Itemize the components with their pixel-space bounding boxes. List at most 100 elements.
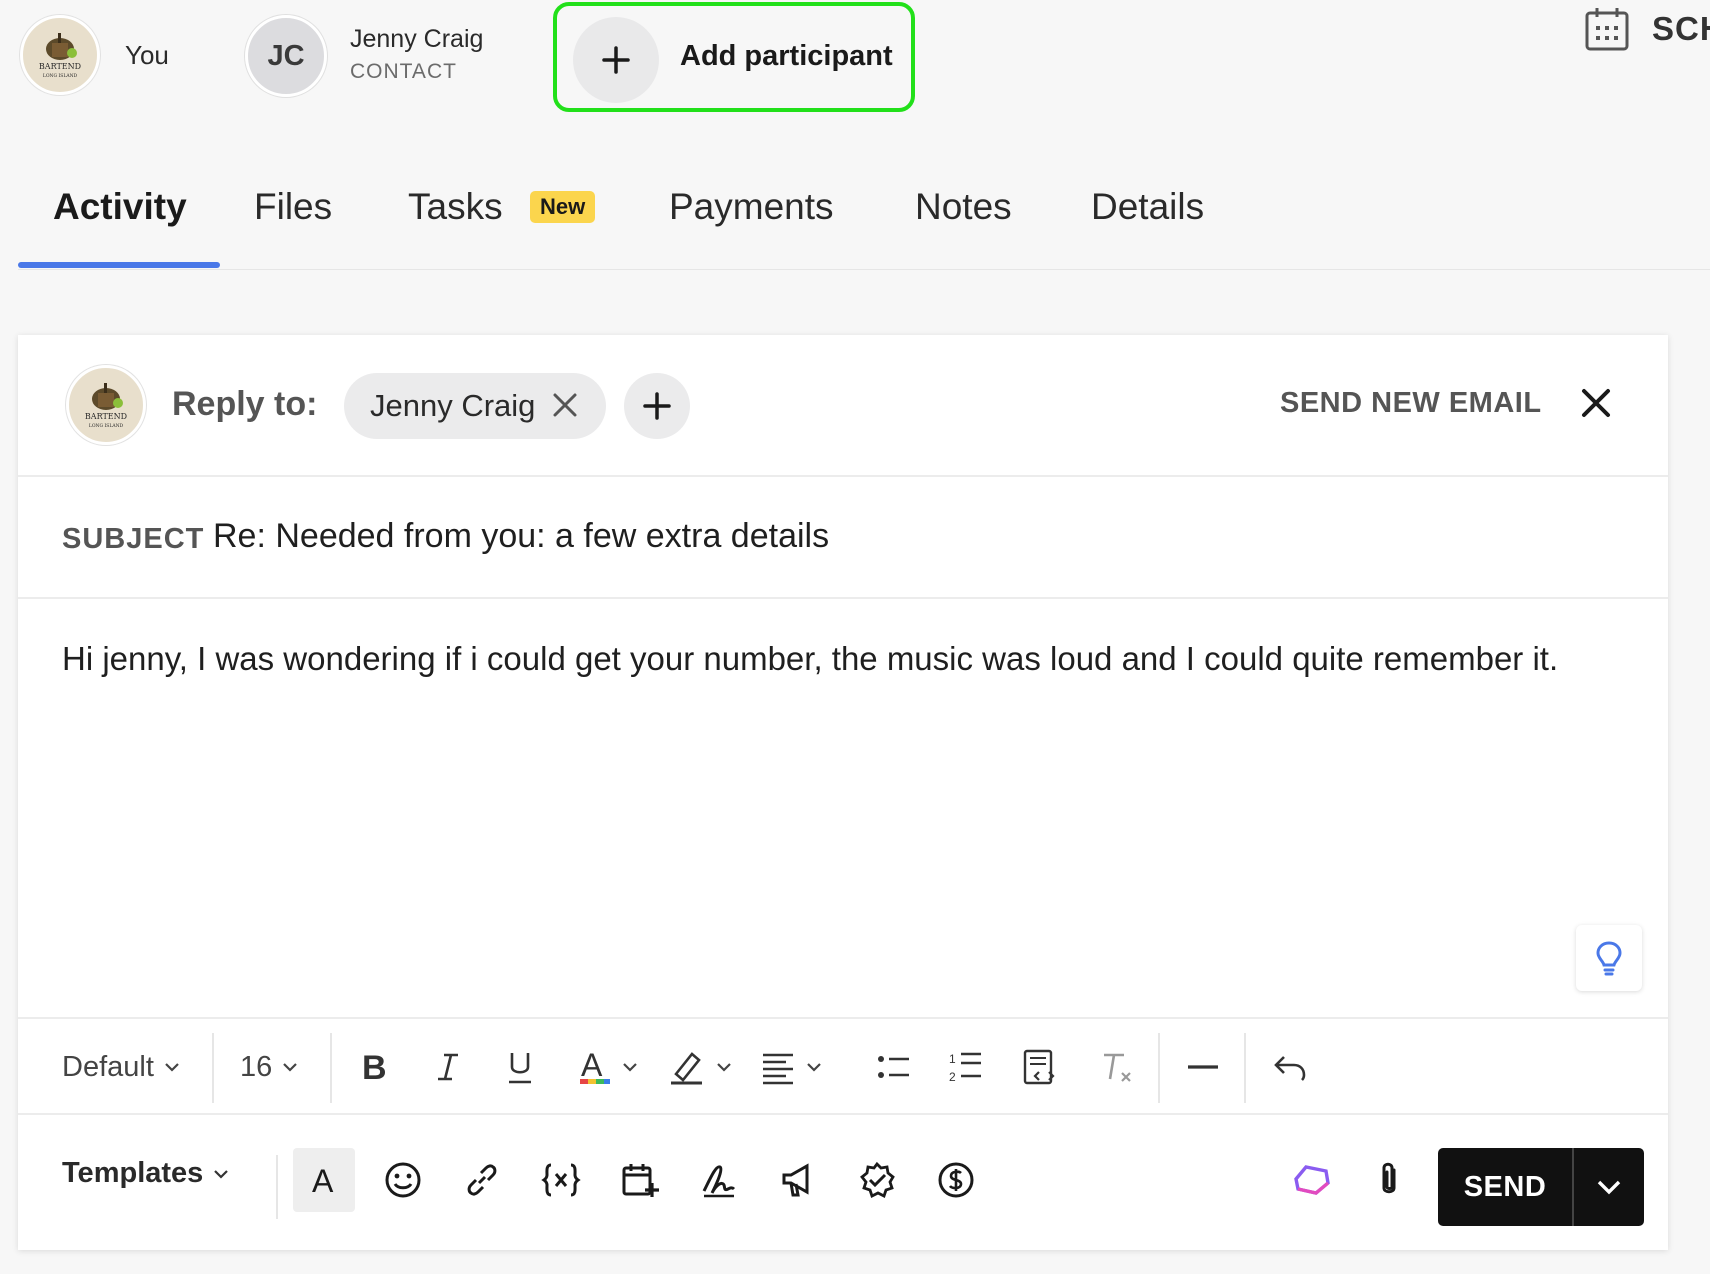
chevron-down-icon <box>1597 1180 1621 1195</box>
clear-format-button[interactable] <box>1098 1019 1134 1115</box>
svg-text:2: 2 <box>949 1070 956 1084</box>
add-recipient-button[interactable] <box>624 373 690 439</box>
send-button[interactable]: SEND <box>1438 1148 1644 1226</box>
svg-text:LONG ISLAND: LONG ISLAND <box>43 73 78 79</box>
chevron-down-icon <box>623 1063 637 1072</box>
send-label: SEND <box>1463 1170 1547 1203</box>
toolbar-divider <box>1158 1033 1160 1103</box>
clear-format-icon <box>1104 1053 1131 1082</box>
announcement-button[interactable] <box>767 1148 829 1212</box>
svg-text:1: 1 <box>949 1052 956 1066</box>
calendar-icon[interactable] <box>1584 6 1630 52</box>
chevron-down-icon <box>214 1169 229 1179</box>
align-button[interactable] <box>760 1019 822 1115</box>
add-participant-button[interactable]: Add participant <box>553 2 915 112</box>
font-size-value: 16 <box>240 1050 273 1083</box>
composer-action-bar: Templates A SEND <box>18 1115 1668 1250</box>
contact-name[interactable]: Jenny Craig <box>350 25 483 54</box>
numbered-list-icon: 1 2 <box>949 1052 981 1084</box>
verified-badge-icon <box>860 1161 895 1198</box>
signature-button[interactable] <box>688 1148 750 1212</box>
tab-tasks[interactable]: Tasks <box>408 186 503 228</box>
variable-button[interactable] <box>530 1148 592 1212</box>
underline-icon <box>509 1053 531 1084</box>
recipient-name: Jenny Craig <box>370 388 536 423</box>
formatting-toolbar: Default 16 B A 1 2 <box>18 1017 1668 1115</box>
templates-label: Templates <box>62 1157 204 1189</box>
templates-dropdown[interactable]: Templates <box>62 1157 229 1190</box>
bulleted-list-button[interactable] <box>876 1019 912 1115</box>
horizontal-rule-icon <box>1188 1065 1218 1069</box>
undo-icon <box>1274 1056 1306 1081</box>
text-color-icon: A <box>580 1048 610 1084</box>
chevron-down-icon <box>717 1063 731 1072</box>
send-new-email-button[interactable]: SEND NEW EMAIL <box>1280 387 1542 420</box>
send-options-dropdown[interactable] <box>1574 1148 1644 1226</box>
emoji-button[interactable] <box>372 1148 434 1212</box>
bartend-logo-icon: BARTEND LONG ISLAND <box>39 33 81 79</box>
participants-bar: BARTEND LONG ISLAND You JC Jenny Craig C… <box>0 0 1710 130</box>
recipient-chip[interactable]: Jenny Craig <box>344 373 606 439</box>
font-size-select[interactable]: 16 <box>240 1019 298 1115</box>
schedule-meeting-button[interactable] <box>609 1148 671 1212</box>
toolbar-divider <box>212 1033 214 1103</box>
subject-input[interactable]: Re: Needed from you: a few extra details <box>213 517 829 556</box>
composer-header: BARTEND LONG ISLAND Reply to: Jenny Crai… <box>18 335 1668 477</box>
attachment-icon <box>1382 1162 1396 1194</box>
tab-notes[interactable]: Notes <box>915 186 1012 228</box>
verified-badge-button[interactable] <box>846 1148 908 1212</box>
variable-icon <box>541 1163 581 1197</box>
underline-button[interactable] <box>504 1019 536 1115</box>
font-family-value: Default <box>62 1050 154 1083</box>
plus-icon <box>643 392 671 420</box>
svg-text:B: B <box>362 1049 387 1085</box>
your-avatar[interactable]: BARTEND LONG ISLAND <box>20 15 100 95</box>
toolbar-divider <box>276 1155 278 1219</box>
active-tab-indicator <box>18 262 220 268</box>
subject-row: SUBJECT Re: Needed from you: a few extra… <box>18 477 1668 599</box>
toolbar-divider <box>1244 1033 1246 1103</box>
ai-assistant-icon <box>1294 1165 1330 1195</box>
payment-button[interactable] <box>925 1148 987 1212</box>
chevron-down-icon <box>807 1063 821 1072</box>
add-participant-label: Add participant <box>680 40 893 72</box>
tab-files[interactable]: Files <box>254 186 332 228</box>
font-family-select[interactable]: Default <box>62 1019 180 1115</box>
tab-activity[interactable]: Activity <box>53 186 187 228</box>
link-icon <box>467 1164 497 1196</box>
new-badge: New <box>530 191 596 223</box>
numbered-list-button[interactable]: 1 2 <box>948 1019 984 1115</box>
highlight-button[interactable] <box>668 1019 732 1115</box>
tab-details[interactable]: Details <box>1091 186 1204 228</box>
link-button[interactable] <box>451 1148 513 1212</box>
bold-button[interactable]: B <box>358 1019 390 1115</box>
signature-icon <box>702 1165 736 1198</box>
schedule-label[interactable]: SCH <box>1652 10 1710 48</box>
email-body-editor[interactable]: Hi jenny, I was wondering if i could get… <box>62 633 1642 684</box>
attachment-button[interactable] <box>1358 1148 1420 1212</box>
undo-button[interactable] <box>1272 1019 1308 1115</box>
text-format-toggle[interactable]: A <box>293 1148 355 1212</box>
ai-assistant-button[interactable] <box>1280 1148 1342 1212</box>
chevron-down-icon <box>283 1063 298 1072</box>
italic-button[interactable] <box>432 1019 464 1115</box>
remove-recipient-icon[interactable] <box>550 390 580 420</box>
svg-text:A: A <box>312 1163 334 1198</box>
plus-icon <box>602 46 630 74</box>
subject-label: SUBJECT <box>62 523 205 555</box>
svg-text:BARTEND: BARTEND <box>85 412 127 421</box>
schedule-meeting-icon <box>622 1164 659 1197</box>
horizontal-rule-button[interactable] <box>1186 1019 1220 1115</box>
tab-payments[interactable]: Payments <box>669 186 834 228</box>
text-format-icon: A <box>312 1163 334 1198</box>
sender-avatar: BARTEND LONG ISLAND <box>66 365 146 445</box>
emoji-icon <box>385 1162 421 1198</box>
announcement-icon <box>782 1163 809 1197</box>
close-icon[interactable] <box>1578 385 1614 421</box>
svg-text:BARTEND: BARTEND <box>39 62 81 71</box>
html-source-button[interactable] <box>1022 1019 1060 1115</box>
contact-avatar[interactable]: JC <box>245 15 327 97</box>
text-color-button[interactable]: A <box>578 1019 638 1115</box>
align-icon <box>763 1053 793 1085</box>
tips-button[interactable] <box>1576 925 1642 991</box>
